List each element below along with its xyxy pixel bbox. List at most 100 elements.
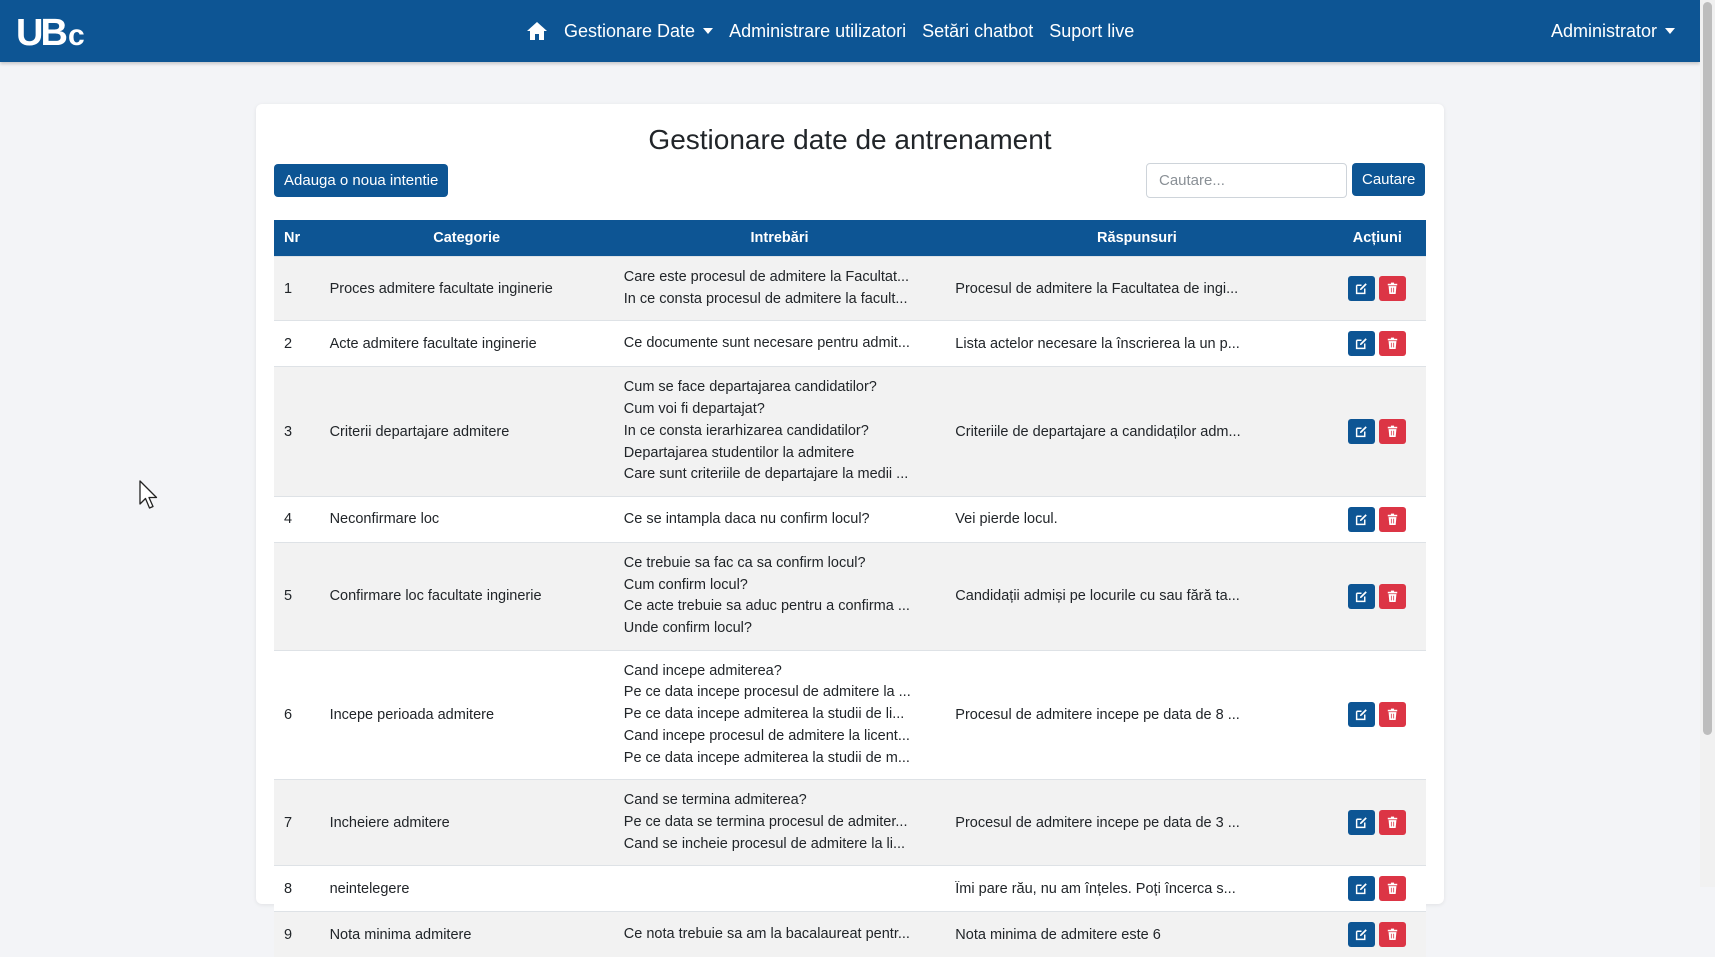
add-intent-button[interactable]: Adauga o noua intentie: [274, 164, 448, 197]
question-item: In ce consta procesul de admitere la fac…: [624, 289, 914, 311]
delete-button[interactable]: [1379, 922, 1406, 947]
question-item: Cand se termina admiterea?: [624, 790, 914, 812]
question-item: Pe ce data incepe admiterea la studii de…: [624, 748, 914, 770]
trash-icon: [1387, 590, 1398, 603]
edit-button[interactable]: [1348, 922, 1375, 947]
row-nr: 9: [274, 912, 320, 957]
main-card: Gestionare date de antrenament Adauga o …: [256, 104, 1444, 904]
row-questions: Ce documente sunt necesare pentru admit.…: [614, 321, 946, 367]
row-category: Acte admitere facultate inginerie: [320, 321, 614, 367]
trash-icon: [1387, 816, 1398, 829]
action-buttons: [1339, 876, 1416, 901]
delete-button[interactable]: [1379, 810, 1406, 835]
question-item: Ce documente sunt necesare pentru admit.…: [624, 333, 914, 355]
menu-gestionare-date[interactable]: Gestionare Date: [564, 21, 713, 42]
row-answer: Procesul de admitere incepe pe data de 8…: [945, 650, 1328, 780]
header-answers: Răspunsuri: [945, 220, 1328, 257]
edit-button[interactable]: [1348, 276, 1375, 301]
action-buttons: [1339, 922, 1416, 947]
mouse-cursor-icon: [139, 480, 161, 512]
training-data-table: Nr Categorie Intrebări Răspunsuri Acțiun…: [274, 220, 1426, 957]
row-category: Confirmare loc facultate inginerie: [320, 542, 614, 650]
question-item: Cum voi fi departajat?: [624, 399, 914, 421]
row-actions: [1329, 542, 1426, 650]
question-item: Pe ce data se termina procesul de admite…: [624, 812, 914, 834]
row-answer: Criteriile de departajare a candidaților…: [945, 367, 1328, 497]
row-category: Nota minima admitere: [320, 912, 614, 957]
row-nr: 7: [274, 780, 320, 866]
table-row: 9Nota minima admitere Ce nota trebuie sa …: [274, 912, 1426, 957]
search-button[interactable]: Cautare: [1352, 163, 1425, 196]
menu-suport-live[interactable]: Suport live: [1049, 21, 1134, 42]
table-row: 4Neconfirmare locCe se intampla daca nu …: [274, 496, 1426, 542]
row-nr: 1: [274, 257, 320, 321]
ubc-logo[interactable]: UB c: [16, 12, 94, 50]
svg-text:c: c: [68, 19, 85, 50]
question-item: In ce consta ierarhizarea candidatilor?: [624, 421, 914, 443]
delete-button[interactable]: [1379, 507, 1406, 532]
edit-button[interactable]: [1348, 584, 1375, 609]
user-menu-label: Administrator: [1551, 21, 1657, 42]
page-scrollbar[interactable]: [1700, 0, 1715, 887]
action-buttons: [1339, 276, 1416, 301]
row-nr: 2: [274, 321, 320, 367]
row-questions: Cand incepe admiterea?Pe ce data incepe …: [614, 650, 946, 780]
question-item: Ce se intampla daca nu confirm locul?: [624, 509, 914, 531]
answer-text: Procesul de admitere la Facultatea de in…: [955, 281, 1245, 297]
edit-icon: [1355, 337, 1368, 350]
question-item: Ce nota trebuie sa am la bacalaureat pen…: [624, 924, 914, 946]
row-answer: Lista actelor necesare la înscrierea la …: [945, 321, 1328, 367]
row-answer: Candidații admiși pe locurile cu sau făr…: [945, 542, 1328, 650]
scrollbar-thumb[interactable]: [1703, 2, 1712, 735]
edit-button[interactable]: [1348, 810, 1375, 835]
question-item: Pe ce data incepe procesul de admitere l…: [624, 682, 914, 704]
edit-button[interactable]: [1348, 419, 1375, 444]
menu-setari-chatbot[interactable]: Setări chatbot: [922, 21, 1033, 42]
edit-button[interactable]: [1348, 331, 1375, 356]
header-questions: Intrebări: [614, 220, 946, 257]
row-nr: 5: [274, 542, 320, 650]
trash-icon: [1387, 425, 1398, 438]
trash-icon: [1387, 513, 1398, 526]
trash-icon: [1387, 282, 1398, 295]
edit-button[interactable]: [1348, 876, 1375, 901]
question-item: Unde confirm locul?: [624, 618, 914, 640]
user-menu[interactable]: Administrator: [1551, 0, 1675, 62]
home-link[interactable]: [526, 21, 548, 41]
chevron-down-icon: [1665, 28, 1675, 34]
row-actions: [1329, 780, 1426, 866]
action-buttons: [1339, 331, 1416, 356]
row-actions: [1329, 367, 1426, 497]
answer-text: Îmi pare rău, nu am înțeles. Poți încerc…: [955, 881, 1245, 897]
row-answer: Vei pierde locul.: [945, 496, 1328, 542]
top-navbar: UB c Gestionare Date Administrare utiliz…: [0, 0, 1700, 62]
menu-administrare-utilizatori[interactable]: Administrare utilizatori: [729, 21, 906, 42]
header-nr: Nr: [274, 220, 320, 257]
delete-button[interactable]: [1379, 331, 1406, 356]
row-category: Criterii departajare admitere: [320, 367, 614, 497]
trash-icon: [1387, 708, 1398, 721]
trash-icon: [1387, 337, 1398, 350]
question-item: Cand incepe procesul de admitere la lice…: [624, 726, 914, 748]
delete-button[interactable]: [1379, 702, 1406, 727]
edit-button[interactable]: [1348, 702, 1375, 727]
delete-button[interactable]: [1379, 584, 1406, 609]
question-item: Ce trebuie sa fac ca sa confirm locul?: [624, 553, 914, 575]
answer-text: Procesul de admitere incepe pe data de 8…: [955, 707, 1245, 723]
table-row: 1Proces admitere facultate inginerieCare…: [274, 257, 1426, 321]
delete-button[interactable]: [1379, 419, 1406, 444]
row-actions: [1329, 496, 1426, 542]
row-category: Incheiere admitere: [320, 780, 614, 866]
row-answer: Nota minima de admitere este 6: [945, 912, 1328, 957]
answer-text: Candidații admiși pe locurile cu sau făr…: [955, 588, 1245, 604]
row-nr: 3: [274, 367, 320, 497]
question-item: Care este procesul de admitere la Facult…: [624, 267, 914, 289]
delete-button[interactable]: [1379, 276, 1406, 301]
question-item: Care sunt criteriile de departajare la m…: [624, 464, 914, 486]
search-input[interactable]: [1146, 163, 1347, 198]
row-actions: [1329, 650, 1426, 780]
question-item: Departajarea studentilor la admitere: [624, 443, 914, 465]
edit-button[interactable]: [1348, 507, 1375, 532]
table-row: 3Criterii departajare admitereCum se fac…: [274, 367, 1426, 497]
delete-button[interactable]: [1379, 876, 1406, 901]
